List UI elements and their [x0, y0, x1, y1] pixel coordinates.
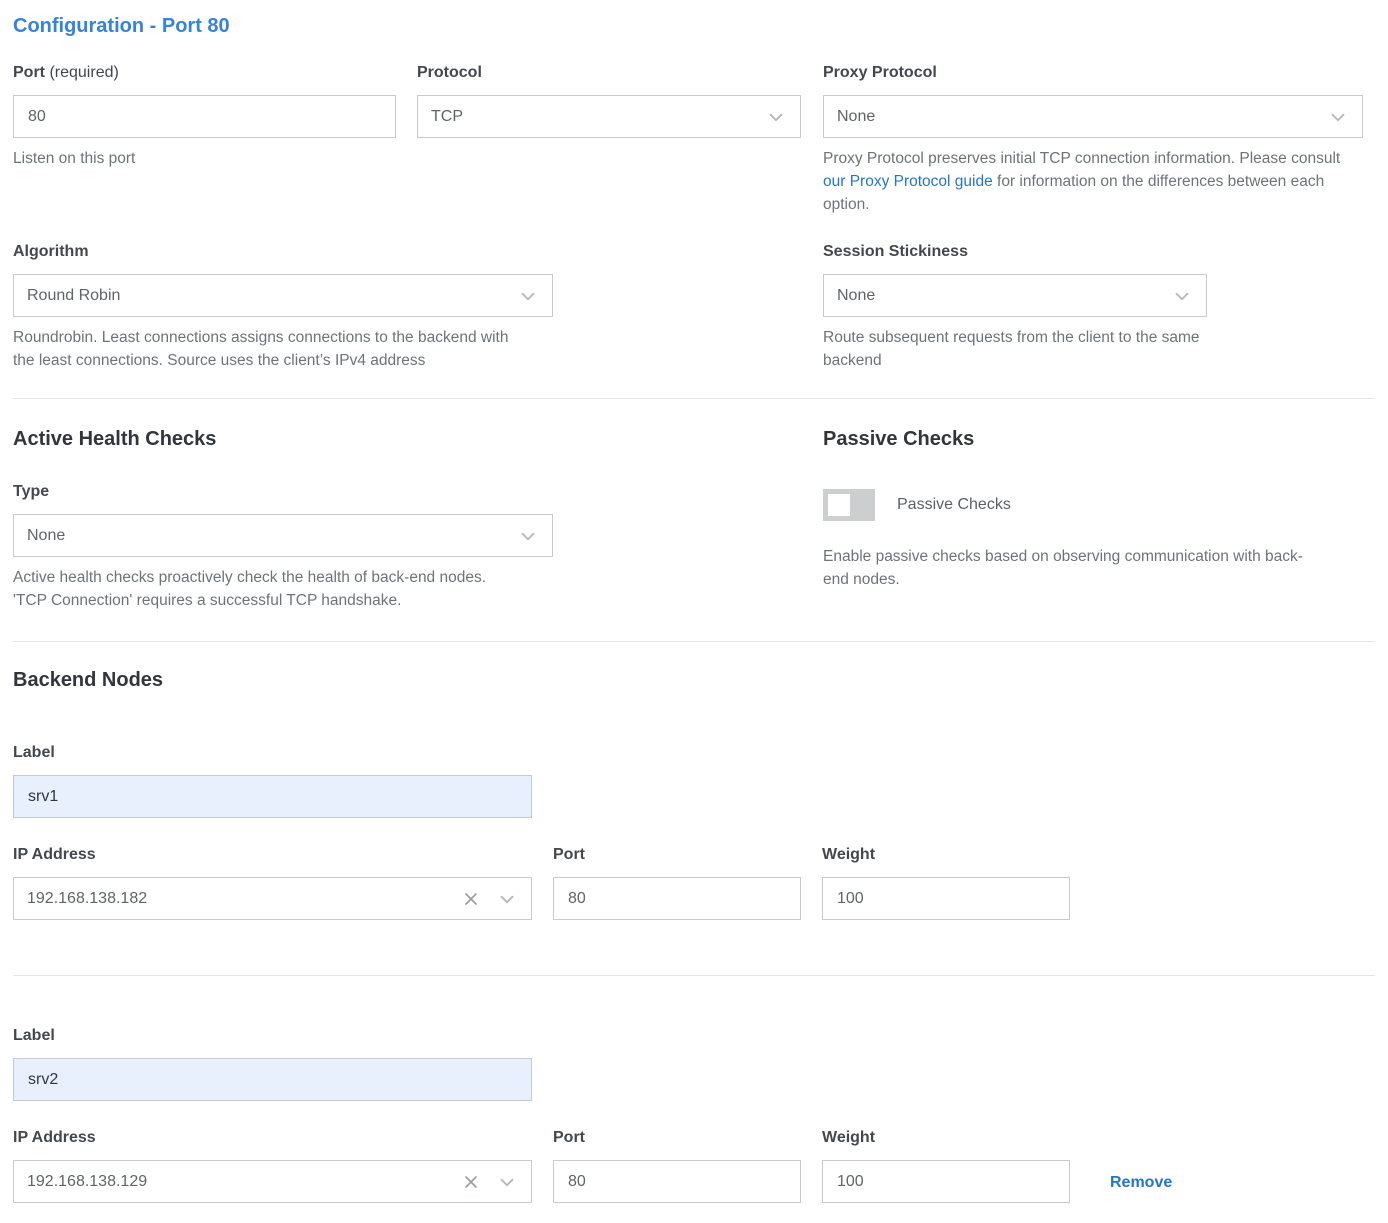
algorithm-helper-text: Roundrobin. Least connections assigns co… [13, 326, 513, 372]
port-label: Port (required) [13, 63, 396, 83]
protocol-select[interactable]: TCP [417, 95, 801, 138]
node-ip-value: 192.168.138.182 [27, 890, 461, 908]
node-label-label: Label [13, 743, 532, 763]
passive-checks-toggle-label: Passive Checks [897, 496, 1011, 514]
algorithm-select[interactable]: Round Robin [13, 274, 553, 317]
node-weight-input[interactable] [822, 877, 1070, 920]
chevron-down-icon[interactable] [496, 1171, 518, 1193]
node-port-field: Port [553, 845, 801, 920]
node-weight-label: Weight [822, 845, 1070, 865]
health-check-type-field: Type None Active health checks proactive… [13, 482, 553, 612]
health-check-type-label: Type [13, 482, 553, 502]
node-label-field: Label [13, 743, 532, 818]
passive-checks-toggle-row: Passive Checks [823, 489, 1368, 521]
algorithm-label: Algorithm [13, 242, 553, 262]
port-input[interactable] [13, 95, 396, 138]
port-label-text: Port [13, 64, 45, 81]
node-port-input[interactable] [553, 877, 801, 920]
protocol-field: Protocol TCP [417, 63, 801, 138]
algorithm-field: Algorithm Round Robin Roundrobin. Least … [13, 242, 553, 372]
backend-node: Label IP Address 192.168.138.129 [13, 1026, 1375, 1203]
session-stickiness-select-value: None [837, 287, 875, 305]
backend-nodes-heading: Backend Nodes [13, 667, 1375, 693]
chevron-down-icon[interactable] [496, 888, 518, 910]
chevron-down-icon [765, 106, 787, 128]
node-port-label: Port [553, 1128, 801, 1148]
proxy-helper-before: Proxy Protocol preserves initial TCP con… [823, 150, 1340, 167]
proxy-protocol-field: Proxy Protocol None Proxy Protocol prese… [823, 63, 1363, 216]
node-ip-combobox[interactable]: 192.168.138.182 [13, 877, 532, 920]
section-divider [13, 398, 1375, 399]
backend-node: Label IP Address 192.168.138.182 [13, 743, 1375, 920]
session-stickiness-field: Session Stickiness None Route subsequent… [823, 242, 1207, 372]
row-health-checks: Active Health Checks Type None Active he… [13, 426, 1375, 612]
proxy-protocol-helper-text: Proxy Protocol preserves initial TCP con… [823, 147, 1363, 216]
proxy-protocol-select[interactable]: None [823, 95, 1363, 138]
node-label-input[interactable] [13, 1058, 532, 1101]
node-weight-input[interactable] [822, 1160, 1070, 1203]
node-port-field: Port [553, 1128, 801, 1203]
health-check-type-select-value: None [27, 527, 65, 545]
config-title-link[interactable]: Configuration - Port 80 [13, 13, 230, 39]
session-stickiness-label: Session Stickiness [823, 242, 1207, 262]
node-port-input[interactable] [553, 1160, 801, 1203]
port-required-note: (required) [49, 64, 118, 81]
toggle-thumb [828, 494, 850, 516]
node-port-label: Port [553, 845, 801, 865]
node-weight-label: Weight [822, 1128, 1070, 1148]
section-divider [13, 641, 1375, 642]
node-ip-label: IP Address [13, 1128, 532, 1148]
node-ip-field: IP Address 192.168.138.129 [13, 1128, 532, 1203]
chevron-down-icon [1327, 106, 1349, 128]
proxy-protocol-guide-link[interactable]: our Proxy Protocol guide [823, 173, 993, 190]
nodebalancer-config-panel: Configuration - Port 80 Port (required) … [0, 0, 1388, 1223]
node-ip-combobox[interactable]: 192.168.138.129 [13, 1160, 532, 1203]
node-weight-field: Weight [822, 1128, 1070, 1203]
clear-icon[interactable] [461, 889, 481, 909]
passive-checks-helper-text: Enable passive checks based on observing… [823, 545, 1323, 591]
node-label-label: Label [13, 1026, 532, 1046]
proxy-protocol-label: Proxy Protocol [823, 63, 1363, 83]
passive-checks-toggle[interactable] [823, 489, 875, 521]
port-helper-text: Listen on this port [13, 147, 396, 170]
chevron-down-icon [517, 525, 539, 547]
remove-node-button[interactable]: Remove [1110, 1174, 1172, 1191]
chevron-down-icon [1171, 285, 1193, 307]
row-port-protocol: Port (required) Listen on this port Prot… [13, 63, 1375, 216]
session-stickiness-helper-text: Route subsequent requests from the clien… [823, 326, 1207, 372]
node-address-row: IP Address 192.168.138.129 Port [13, 1128, 1375, 1203]
node-remove-container: Remove [1110, 1174, 1172, 1192]
chevron-down-icon [517, 285, 539, 307]
node-ip-field: IP Address 192.168.138.182 [13, 845, 532, 920]
session-stickiness-select[interactable]: None [823, 274, 1207, 317]
node-divider [13, 975, 1375, 976]
port-field: Port (required) Listen on this port [13, 63, 396, 170]
node-address-row: IP Address 192.168.138.182 Port [13, 845, 1375, 920]
health-check-type-helper-text: Active health checks proactively check t… [13, 566, 513, 612]
clear-icon[interactable] [461, 1172, 481, 1192]
passive-checks-section: Passive Checks Passive Checks Enable pas… [823, 426, 1368, 591]
active-health-checks-section: Active Health Checks Type None Active he… [13, 426, 553, 612]
passive-checks-heading: Passive Checks [823, 426, 1368, 452]
node-ip-value: 192.168.138.129 [27, 1173, 461, 1191]
protocol-label: Protocol [417, 63, 801, 83]
node-label-field: Label [13, 1026, 532, 1101]
algorithm-select-value: Round Robin [27, 287, 120, 305]
node-weight-field: Weight [822, 845, 1070, 920]
active-health-checks-heading: Active Health Checks [13, 426, 553, 452]
proxy-protocol-select-value: None [837, 108, 875, 126]
node-label-input[interactable] [13, 775, 532, 818]
protocol-select-value: TCP [431, 108, 463, 126]
health-check-type-select[interactable]: None [13, 514, 553, 557]
node-ip-label: IP Address [13, 845, 532, 865]
row-algorithm-stickiness: Algorithm Round Robin Roundrobin. Least … [13, 242, 1375, 372]
